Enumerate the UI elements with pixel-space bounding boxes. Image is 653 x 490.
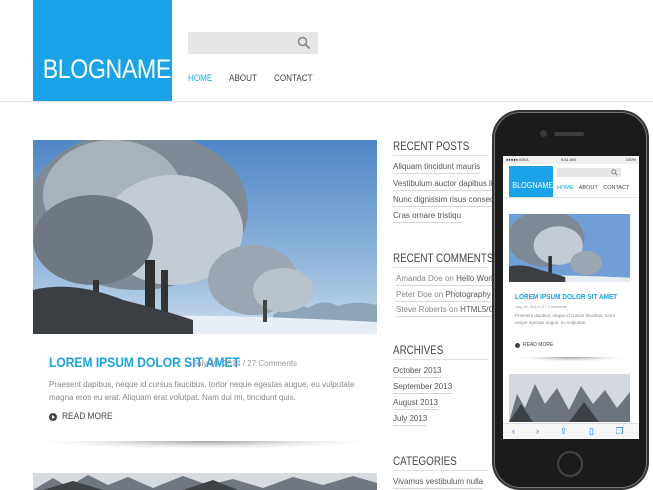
- mobile-next-post-image[interactable]: [509, 374, 630, 422]
- post-meta: July 30, 2014 / 27 Comments: [193, 359, 298, 368]
- camera-icon: [540, 130, 547, 137]
- back-icon[interactable]: ‹: [509, 427, 518, 436]
- battery-label: 100%: [625, 157, 636, 162]
- nav-about[interactable]: ABOUT: [229, 73, 257, 83]
- archive-link[interactable]: August 2013: [393, 398, 438, 410]
- recent-posts-heading: RECENT POSTS: [393, 139, 470, 153]
- post-excerpt: Praesent dapibus, neque id cursus faucib…: [49, 380, 355, 402]
- next-post-image[interactable]: [33, 473, 377, 490]
- tabs-icon[interactable]: ❐: [615, 427, 624, 436]
- category-link[interactable]: Vivamus vestibulum nulla: [393, 477, 484, 489]
- phone-mockup: ●●●●● IDEA 9:41 AM 100% BLOGNAME HOME AB…: [494, 112, 647, 488]
- mobile-logo[interactable]: BLOGNAME: [509, 166, 553, 197]
- mobile-nav: HOME ABOUT CONTACT: [557, 185, 633, 191]
- mobile-nav-home[interactable]: HOME: [557, 185, 574, 191]
- mobile-read-more-label: READ MORE: [523, 342, 554, 348]
- sidebar-divider: [393, 267, 488, 268]
- sidebar-divider: [393, 155, 488, 156]
- nav-home[interactable]: HOME: [188, 73, 212, 83]
- nav-contact[interactable]: CONTACT: [274, 73, 313, 83]
- read-more-link[interactable]: READ MORE: [49, 411, 120, 422]
- home-button[interactable]: [557, 451, 583, 477]
- read-more-label: READ MORE: [62, 411, 113, 422]
- main-nav: HOME ABOUT CONTACT: [188, 73, 331, 83]
- mobile-post-excerpt: Praesent dapibus, neque id cursus faucib…: [515, 313, 616, 325]
- recent-post-link[interactable]: Aliquam tincidunt mauris: [393, 162, 481, 174]
- comment-on: on: [444, 274, 454, 283]
- comment-post[interactable]: Photography: [445, 290, 490, 299]
- comment-author[interactable]: Steve Roberts: [396, 305, 447, 314]
- mobile-post-meta: July 30, 2014 / 27 Comments: [515, 304, 568, 309]
- phone-status-bar: ●●●●● IDEA 9:41 AM 100%: [503, 156, 639, 164]
- mobile-header-divider: [503, 197, 639, 198]
- recent-comment[interactable]: Amanda Doe on Hello World!: [396, 274, 500, 286]
- archive-link[interactable]: July 2013: [393, 414, 428, 426]
- comment-author[interactable]: Peter Doe: [396, 290, 432, 299]
- mobile-logo-text: BLOGNAME: [512, 180, 554, 190]
- mobile-search-input[interactable]: [557, 168, 621, 177]
- recent-comment[interactable]: Peter Doe on Photography: [396, 290, 491, 302]
- phone-screen: ●●●●● IDEA 9:41 AM 100% BLOGNAME HOME AB…: [503, 156, 639, 439]
- archive-link[interactable]: October 2013: [393, 366, 442, 378]
- search-input[interactable]: [188, 32, 318, 54]
- archives-heading: ARCHIVES: [393, 343, 444, 357]
- mobile-read-more-link[interactable]: READ MORE: [515, 342, 553, 348]
- forward-icon[interactable]: ›: [533, 427, 542, 436]
- safari-toolbar: ‹ › ⇪ ▯ ❐: [503, 423, 639, 439]
- comment-on: on: [448, 305, 458, 314]
- recent-post-link[interactable]: Nunc dignissim risus consecu: [393, 195, 499, 207]
- mobile-post-image[interactable]: [509, 214, 630, 282]
- speaker-grille: [554, 132, 584, 136]
- logo-box[interactable]: BLOGNAME: [33, 0, 172, 101]
- sidebar-divider: [393, 470, 488, 471]
- carrier-label: ●●●●● IDEA: [506, 157, 529, 162]
- sidebar-divider: [393, 359, 488, 360]
- recent-comments-heading: RECENT COMMENTS: [393, 251, 494, 265]
- comment-on: on: [434, 290, 444, 299]
- mobile-nav-about[interactable]: ABOUT: [579, 185, 598, 191]
- recent-post-link[interactable]: Vestibulum auctor dapibus lips: [393, 179, 502, 191]
- recent-comment[interactable]: Steve Roberts on HTML5/CSS3: [396, 305, 510, 317]
- arrow-circle-icon: [49, 412, 57, 421]
- mobile-post-divider-shadow: [515, 357, 627, 362]
- header-divider: [0, 101, 653, 102]
- post-image[interactable]: [33, 140, 377, 334]
- comment-author[interactable]: Amanda Doe: [396, 274, 443, 283]
- archive-link[interactable]: September 2013: [393, 382, 453, 394]
- search-icon[interactable]: [297, 36, 311, 50]
- mobile-nav-contact[interactable]: CONTACT: [603, 185, 629, 191]
- mobile-post-title[interactable]: LOREM IPSUM DOLOR SIT AMET: [515, 292, 617, 301]
- logo-text: BLOGNAME: [42, 54, 172, 84]
- post-divider-shadow: [40, 441, 370, 449]
- bookmarks-icon[interactable]: ▯: [587, 427, 596, 436]
- recent-post-link[interactable]: Cras ornare tristiqu: [393, 211, 462, 223]
- share-icon[interactable]: ⇪: [559, 427, 568, 436]
- search-icon[interactable]: [611, 169, 618, 176]
- categories-heading: CATEGORIES: [393, 454, 457, 468]
- comment-post[interactable]: Hello World!: [456, 274, 499, 283]
- status-time: 9:41 AM: [561, 157, 576, 162]
- arrow-circle-icon: [515, 342, 520, 348]
